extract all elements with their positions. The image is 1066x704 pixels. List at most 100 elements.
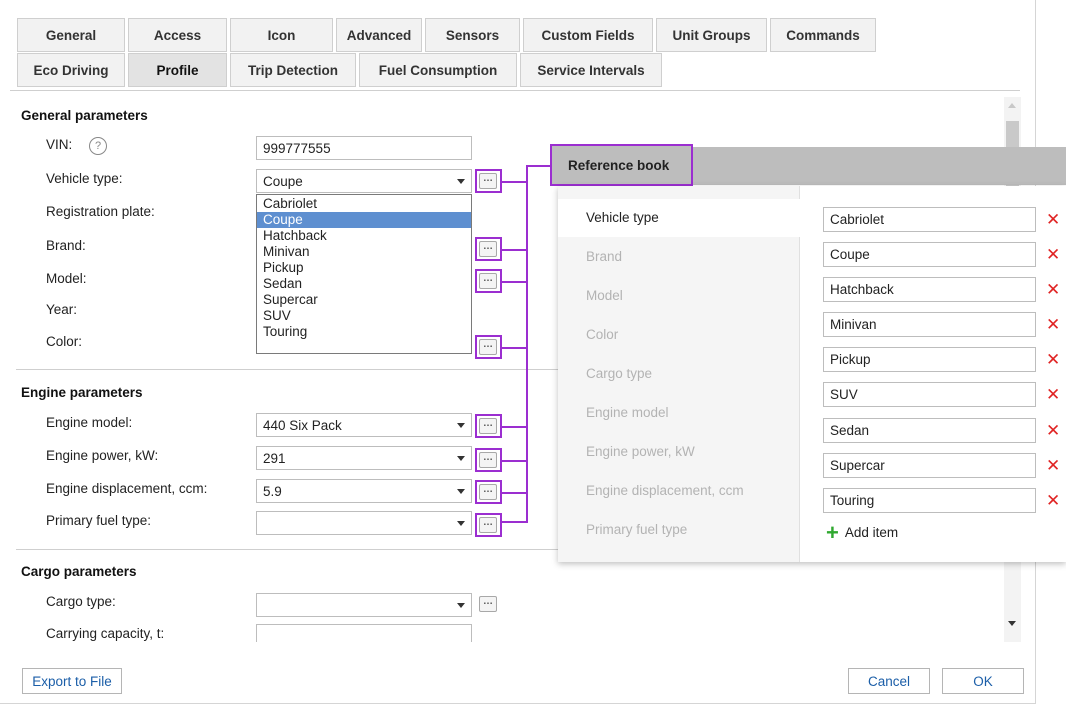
highlight-box [475, 335, 502, 359]
delete-icon[interactable]: ✕ [1046, 245, 1060, 265]
delete-icon[interactable]: ✕ [1046, 350, 1060, 370]
tab-divider [10, 90, 1020, 91]
tab-eco-driving[interactable]: Eco Driving [17, 53, 125, 87]
highlight-box [475, 448, 502, 472]
category-engine-model[interactable]: Engine model [586, 405, 669, 420]
reference-item-input[interactable]: Pickup [823, 347, 1036, 372]
export-to-file-button[interactable]: Export to File [22, 668, 122, 694]
delete-icon[interactable]: ✕ [1046, 315, 1060, 335]
dropdown-option[interactable]: Cabriolet [257, 196, 471, 212]
vehicle-type-value: Coupe [263, 174, 303, 189]
delete-icon[interactable]: ✕ [1046, 421, 1060, 441]
category-engine-displacement[interactable]: Engine displacement, ccm [586, 483, 744, 498]
engine-power-select[interactable]: 291 [256, 446, 472, 470]
connector-line [502, 281, 527, 283]
delete-icon[interactable]: ✕ [1046, 491, 1060, 511]
tab-unit-groups[interactable]: Unit Groups [656, 18, 767, 52]
dropdown-option[interactable]: Pickup [257, 260, 471, 276]
tab-row-2: Eco Driving Profile Trip Detection Fuel … [17, 53, 1027, 87]
reference-item-input[interactable]: Sedan [823, 418, 1036, 443]
connector-line [502, 181, 527, 183]
chevron-down-icon [457, 179, 465, 184]
highlight-box [475, 513, 502, 537]
dropdown-option[interactable]: Touring [257, 324, 471, 340]
tab-advanced[interactable]: Advanced [336, 18, 422, 52]
cargo-type-more-button[interactable]: … [479, 596, 497, 612]
scroll-up-arrow-icon[interactable] [1008, 103, 1016, 108]
connector-line [502, 426, 527, 428]
category-engine-power[interactable]: Engine power, kW [586, 444, 695, 459]
chevron-down-icon [457, 456, 465, 461]
category-model[interactable]: Model [586, 288, 623, 303]
delete-icon[interactable]: ✕ [1046, 210, 1060, 230]
color-label: Color: [46, 334, 83, 349]
dropdown-option[interactable]: Minivan [257, 244, 471, 260]
connector-line [502, 460, 527, 462]
vehicle-type-label: Vehicle type: [46, 171, 123, 186]
reference-item-input[interactable]: Coupe [823, 242, 1036, 267]
engine-model-select[interactable]: 440 Six Pack [256, 413, 472, 437]
reference-item-input[interactable]: Supercar [823, 453, 1036, 478]
dropdown-option[interactable]: Hatchback [257, 228, 471, 244]
highlight-box [475, 414, 502, 438]
plus-icon: + [826, 519, 839, 545]
primary-fuel-type-select[interactable] [256, 511, 472, 535]
add-item-button[interactable]: + Add item [826, 519, 898, 545]
vin-input[interactable] [256, 136, 472, 160]
engine-model-label: Engine model: [46, 415, 133, 430]
tab-icon[interactable]: Icon [230, 18, 333, 52]
category-cargo-type[interactable]: Cargo type [586, 366, 652, 381]
tab-access[interactable]: Access [128, 18, 227, 52]
connector-line [502, 521, 527, 523]
reference-item-input[interactable]: Minivan [823, 312, 1036, 337]
cargo-type-label: Cargo type: [46, 594, 116, 609]
reference-item-input[interactable]: Cabriolet [823, 207, 1036, 232]
dropdown-option[interactable]: SUV [257, 308, 471, 324]
carrying-capacity-label: Carrying capacity, t: [46, 626, 165, 641]
delete-icon[interactable]: ✕ [1046, 456, 1060, 476]
engine-displacement-value: 5.9 [263, 484, 282, 499]
highlight-box [475, 480, 502, 504]
registration-plate-label: Registration plate: [46, 204, 155, 219]
dropdown-option[interactable]: Supercar [257, 292, 471, 308]
model-label: Model: [46, 271, 87, 286]
tab-custom-fields[interactable]: Custom Fields [523, 18, 653, 52]
reference-book-title: Reference book [550, 144, 693, 186]
tab-fuel-consumption[interactable]: Fuel Consumption [359, 53, 517, 87]
reference-item-input[interactable]: SUV [823, 382, 1036, 407]
reference-item-input[interactable]: Touring [823, 488, 1036, 513]
engine-displacement-select[interactable]: 5.9 [256, 479, 472, 503]
cargo-type-select[interactable] [256, 593, 472, 617]
dropdown-option-selected[interactable]: Coupe [257, 212, 471, 228]
tab-commands[interactable]: Commands [770, 18, 876, 52]
tab-sensors[interactable]: Sensors [425, 18, 520, 52]
engine-power-value: 291 [263, 451, 286, 466]
delete-icon[interactable]: ✕ [1046, 280, 1060, 300]
tab-service-intervals[interactable]: Service Intervals [520, 53, 662, 87]
vehicle-type-dropdown[interactable]: Cabriolet Coupe Hatchback Minivan Pickup… [256, 194, 472, 354]
vehicle-type-select[interactable]: Coupe [256, 169, 472, 193]
reference-item-input[interactable]: Hatchback [823, 277, 1036, 302]
tab-general[interactable]: General [17, 18, 125, 52]
connector-line [502, 347, 527, 349]
category-primary-fuel-type[interactable]: Primary fuel type [586, 522, 687, 537]
delete-icon[interactable]: ✕ [1046, 385, 1060, 405]
scroll-down-arrow-icon[interactable] [1008, 621, 1016, 626]
engine-parameters-title: Engine parameters [21, 385, 143, 400]
category-vehicle-type[interactable]: Vehicle type [586, 210, 659, 225]
highlight-box [475, 237, 502, 261]
tab-profile[interactable]: Profile [128, 53, 227, 87]
reference-book-categories: Vehicle type Brand Model Color Cargo typ… [558, 186, 801, 562]
dropdown-option[interactable]: Sedan [257, 276, 471, 292]
chevron-down-icon [457, 521, 465, 526]
cancel-button[interactable]: Cancel [848, 668, 930, 694]
tab-trip-detection[interactable]: Trip Detection [230, 53, 356, 87]
engine-model-value: 440 Six Pack [263, 418, 342, 433]
cargo-parameters-title: Cargo parameters [21, 564, 137, 579]
carrying-capacity-input[interactable] [256, 624, 472, 642]
help-icon[interactable]: ? [89, 137, 107, 155]
category-brand[interactable]: Brand [586, 249, 622, 264]
ok-button[interactable]: OK [942, 668, 1024, 694]
category-color[interactable]: Color [586, 327, 618, 342]
highlight-box [475, 169, 502, 193]
